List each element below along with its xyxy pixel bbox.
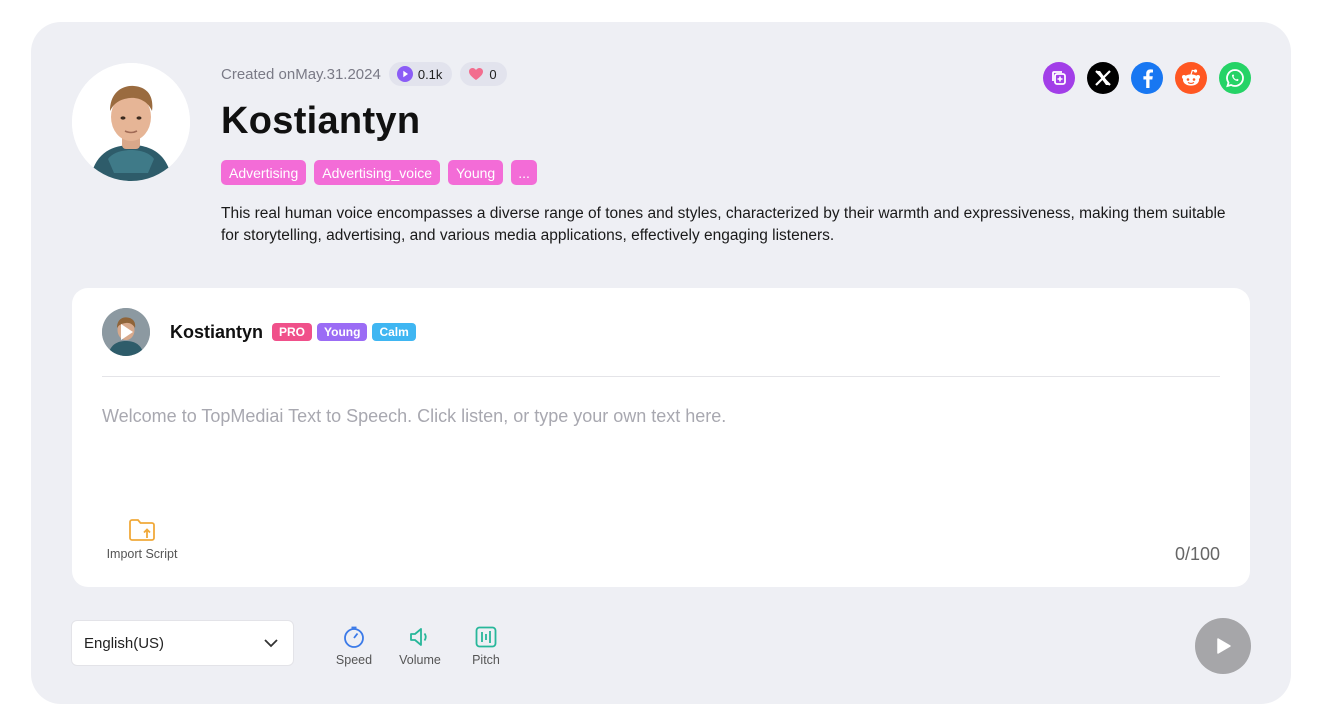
play-count-icon	[396, 66, 413, 82]
tag-advertising-voice[interactable]: Advertising_voice	[314, 160, 440, 185]
heart-icon	[469, 68, 484, 80]
import-script-label: Import Script	[106, 547, 178, 561]
created-on-text: Created onMay.31.2024	[221, 65, 381, 83]
script-text-input[interactable]	[102, 406, 1220, 506]
char-counter: 0/100	[1174, 544, 1220, 564]
tts-editor: Kostiantyn PRO Young Calm Import Script …	[72, 288, 1250, 587]
audio-controls: Speed Volume Pitch	[330, 625, 510, 667]
copy-link-button[interactable]	[1043, 62, 1075, 94]
voice-card: Created onMay.31.2024 0.1k 0 Kostiantyn …	[31, 22, 1291, 704]
whatsapp-icon	[1226, 69, 1244, 88]
share-reddit-button[interactable]	[1175, 62, 1207, 94]
voice-avatar	[72, 63, 190, 181]
language-value: English(US)	[84, 634, 165, 652]
voice-tags: Advertising Advertising_voice Young ...	[221, 160, 537, 185]
plays-count: 0.1k	[417, 66, 443, 82]
speed-icon	[344, 626, 364, 648]
volume-icon	[410, 628, 427, 646]
play-icon	[1217, 638, 1231, 654]
speed-label: Speed	[335, 653, 373, 667]
plays-count-badge: 0.1k	[388, 62, 453, 86]
share-facebook-button[interactable]	[1131, 62, 1163, 94]
editor-voice-preview[interactable]	[102, 308, 150, 356]
language-select[interactable]: English(US)	[71, 620, 294, 666]
voice-avatar-image	[72, 63, 190, 181]
x-icon	[1095, 70, 1111, 86]
share-x-button[interactable]	[1087, 62, 1119, 94]
pitch-control[interactable]: Pitch	[462, 625, 510, 667]
badge-pro: PRO	[272, 323, 313, 341]
volume-label: Volume	[399, 653, 441, 667]
voice-description: This real human voice encompasses a dive…	[221, 205, 1226, 244]
voice-title: Kostiantyn	[221, 100, 421, 142]
tag-young[interactable]: Young	[448, 160, 504, 185]
editor-divider	[102, 376, 1220, 377]
tag-advertising[interactable]: Advertising	[221, 160, 307, 185]
folder-upload-icon	[129, 519, 155, 541]
import-script-button[interactable]: Import Script	[102, 518, 182, 561]
editor-voice-name: Kostiantyn	[170, 322, 264, 342]
voice-preview-image	[102, 308, 150, 356]
likes-count-badge[interactable]: 0	[460, 62, 507, 86]
copy-link-icon	[1052, 71, 1066, 85]
share-whatsapp-button[interactable]	[1219, 62, 1251, 94]
volume-control[interactable]: Volume	[396, 625, 444, 667]
badge-calm: Calm	[372, 323, 416, 341]
speed-control[interactable]: Speed	[330, 625, 378, 667]
more-tags-button[interactable]: ...	[511, 160, 537, 185]
share-buttons	[1043, 62, 1251, 94]
voice-meta: Created onMay.31.2024 0.1k 0	[221, 62, 507, 86]
voice-badges: PRO Young Calm	[272, 323, 416, 341]
pitch-icon	[475, 626, 497, 648]
listen-play-button[interactable]	[1195, 618, 1251, 674]
chevron-down-icon	[264, 639, 278, 648]
likes-count: 0	[489, 66, 497, 82]
facebook-icon	[1143, 69, 1153, 88]
badge-young: Young	[317, 323, 368, 341]
reddit-icon	[1182, 69, 1200, 86]
pitch-label: Pitch	[472, 653, 500, 667]
